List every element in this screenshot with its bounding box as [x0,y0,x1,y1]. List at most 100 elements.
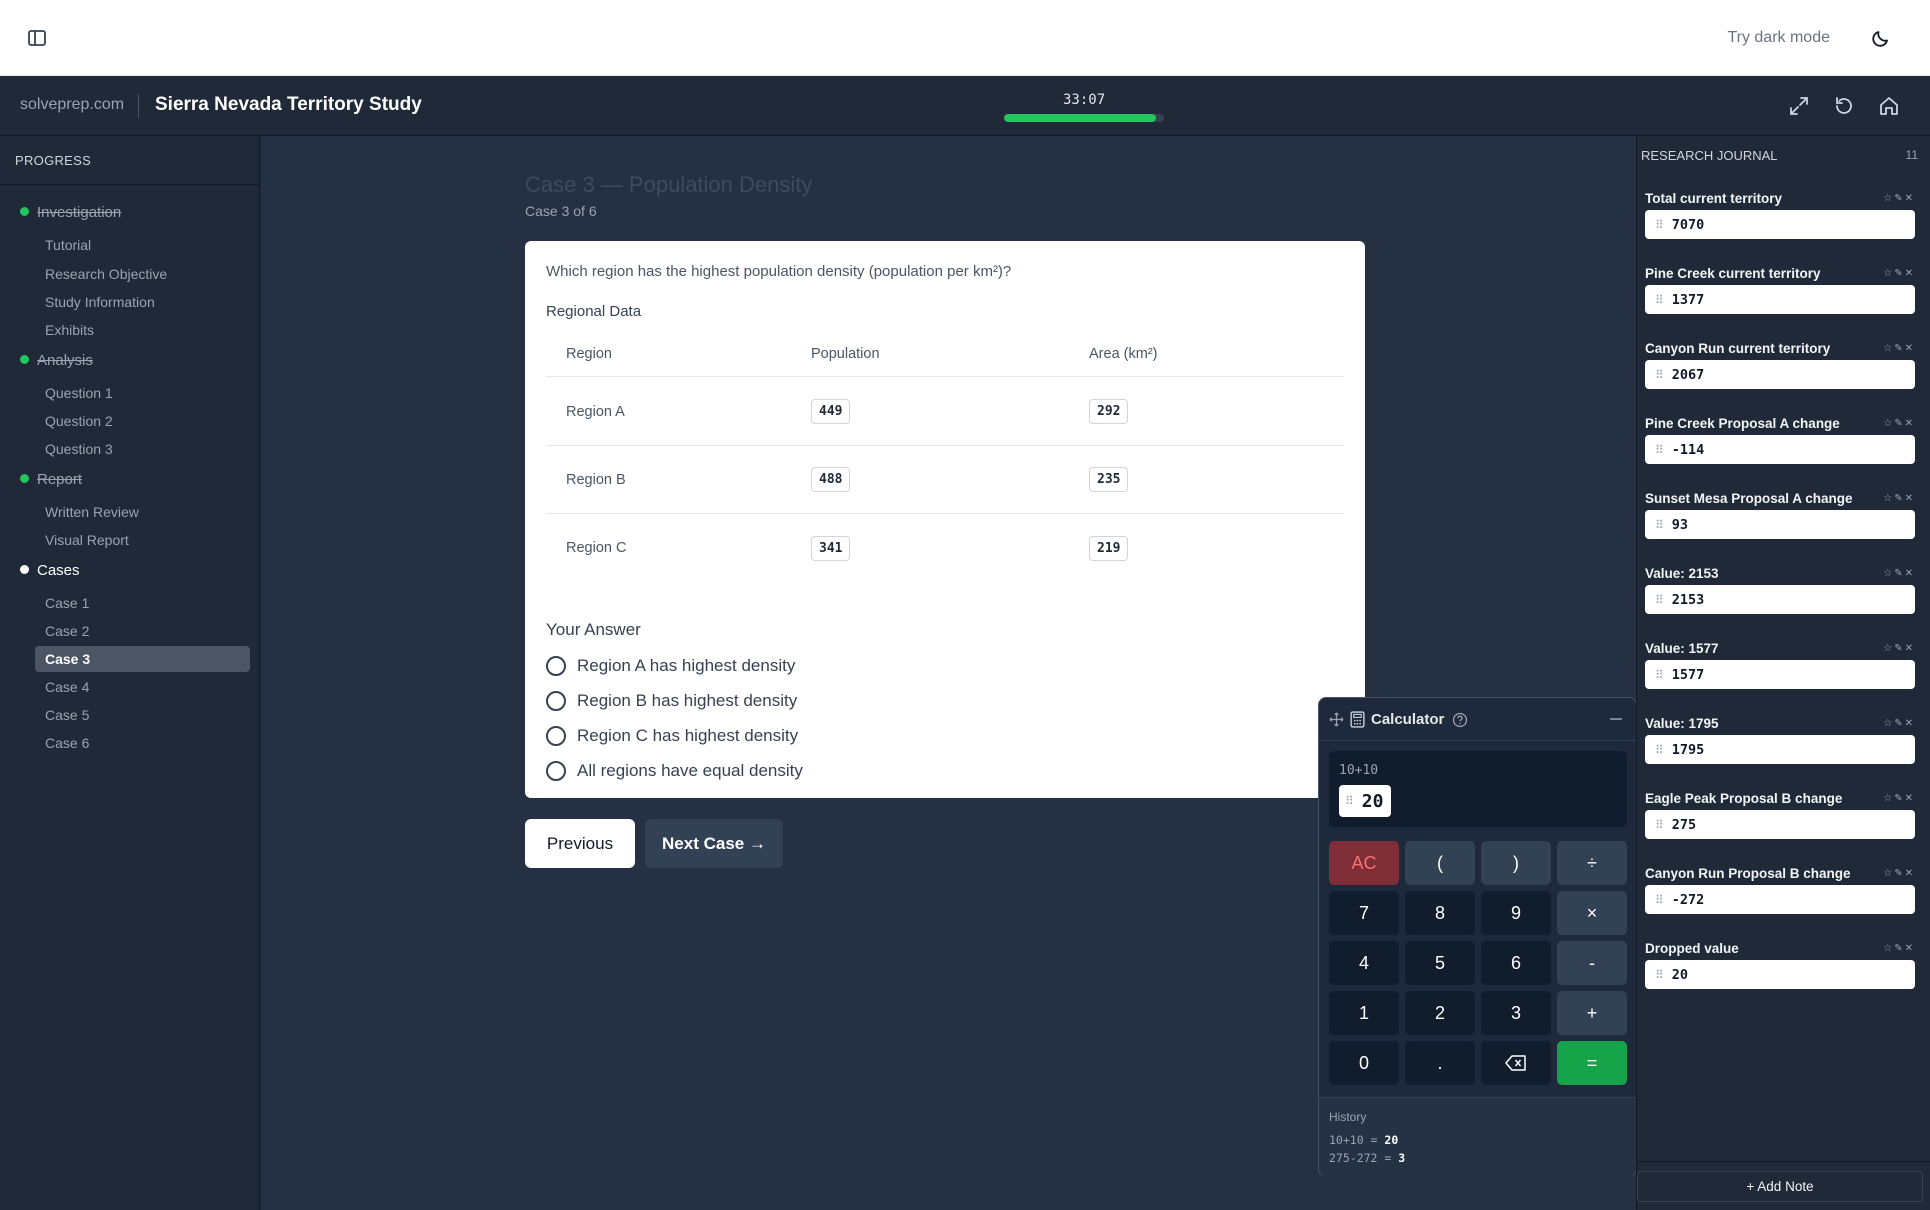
journal-entry-value[interactable]: ⠿ 20 [1645,960,1915,989]
entry-actions-icon[interactable]: ☆✎✕ [1883,268,1915,279]
minimize-icon[interactable] [1610,718,1622,720]
sidebar-item-study-information[interactable]: Study Information [35,289,250,315]
key-open-paren[interactable]: ( [1405,841,1475,885]
drag-handle-icon[interactable]: ⠿ [1655,743,1664,757]
sidebar-item-visual-report[interactable]: Visual Report [35,527,250,553]
journal-entry-value[interactable]: ⠿ 1577 [1645,660,1915,689]
area-value[interactable]: 235 [1089,467,1129,492]
moon-icon[interactable] [1870,27,1892,49]
entry-actions-icon[interactable]: ☆✎✕ [1883,943,1915,954]
journal-entry-value[interactable]: ⠿ 2067 [1645,360,1915,389]
journal-entry-value[interactable]: ⠿ -114 [1645,435,1915,464]
reset-icon[interactable] [1833,95,1855,117]
entry-actions-icon[interactable]: ☆✎✕ [1883,193,1915,204]
key-close-paren[interactable]: ) [1481,841,1551,885]
sidebar-item-question-1[interactable]: Question 1 [35,380,250,406]
add-note-button[interactable]: + Add Note [1637,1171,1923,1202]
population-value[interactable]: 449 [811,399,851,424]
key-subtract[interactable]: - [1557,941,1627,985]
drag-handle-icon[interactable]: ⠿ [1655,293,1664,307]
key-add[interactable]: + [1557,991,1627,1035]
key-decimal[interactable]: . [1405,1041,1475,1085]
entry-actions-icon[interactable]: ☆✎✕ [1883,643,1915,654]
sidebar-item-written-review[interactable]: Written Review [35,499,250,525]
area-value[interactable]: 219 [1089,535,1129,561]
key-7[interactable]: 7 [1329,891,1399,935]
sidebar-item-question-3[interactable]: Question 3 [35,436,250,462]
key-multiply[interactable]: × [1557,891,1627,935]
population-value[interactable]: 341 [811,535,851,561]
sidebar-toggle-icon[interactable] [27,28,47,48]
key-9[interactable]: 9 [1481,891,1551,935]
answer-option-a[interactable]: Region A has highest density [546,653,795,679]
sidebar-item-tutorial[interactable]: Tutorial [35,232,250,258]
journal-entry-value[interactable]: ⠿ 2153 [1645,585,1915,614]
help-icon[interactable] [1452,712,1468,728]
key-equals[interactable]: = [1557,1041,1627,1085]
key-6[interactable]: 6 [1481,941,1551,985]
history-entry[interactable]: 10+10 = 20 [1329,1133,1398,1147]
journal-entry-value[interactable]: ⠿ -272 [1645,885,1915,914]
key-0[interactable]: 0 [1329,1041,1399,1085]
sidebar-item-research-objective[interactable]: Research Objective [35,261,250,287]
key-2[interactable]: 2 [1405,991,1475,1035]
answer-option-c[interactable]: Region C has highest density [546,723,798,749]
sidebar-item-case-2[interactable]: Case 2 [35,618,250,644]
key-4[interactable]: 4 [1329,941,1399,985]
drag-handle-icon[interactable]: ⠿ [1655,518,1664,532]
drag-handle-icon[interactable]: ⠿ [1655,443,1664,457]
key-all-clear[interactable]: AC [1329,841,1399,885]
next-case-button[interactable]: Next Case → [645,819,783,868]
dark-mode-label[interactable]: Try dark mode [1727,29,1830,47]
sidebar-item-exhibits[interactable]: Exhibits [35,317,250,343]
radio-button[interactable] [546,761,566,781]
fullscreen-icon[interactable] [1788,95,1810,117]
population-value[interactable]: 488 [811,467,851,492]
calculator-result[interactable]: ⠿ 20 [1339,785,1392,817]
journal-entry-value[interactable]: ⠿ 7070 [1645,210,1915,239]
drag-handle-icon[interactable]: ⠿ [1655,593,1664,607]
sidebar-item-question-2[interactable]: Question 2 [35,408,250,434]
journal-entry-value[interactable]: ⠿ 275 [1645,810,1915,839]
radio-button[interactable] [546,656,566,676]
section-analysis[interactable]: Analysis [20,352,93,369]
entry-actions-icon[interactable]: ☆✎✕ [1883,718,1915,729]
journal-entry-value[interactable]: ⠿ 93 [1645,510,1915,539]
drag-handle-icon[interactable]: ⠿ [1655,668,1664,682]
key-8[interactable]: 8 [1405,891,1475,935]
section-cases[interactable]: Cases [20,562,80,579]
calculator-header[interactable]: Calculator [1319,698,1636,741]
area-value[interactable]: 292 [1089,399,1129,424]
radio-button[interactable] [546,691,566,711]
section-report[interactable]: Report [20,471,82,488]
move-icon[interactable] [1329,712,1344,727]
entry-actions-icon[interactable]: ☆✎✕ [1883,493,1915,504]
answer-option-equal[interactable]: All regions have equal density [546,758,803,784]
sidebar-item-case-5[interactable]: Case 5 [35,702,250,728]
entry-actions-icon[interactable]: ☆✎✕ [1883,868,1915,879]
key-divide[interactable]: ÷ [1557,841,1627,885]
sidebar-item-case-4[interactable]: Case 4 [35,674,250,700]
drag-handle-icon[interactable]: ⠿ [1655,818,1664,832]
key-backspace[interactable] [1481,1041,1551,1085]
journal-entry-value[interactable]: ⠿ 1795 [1645,735,1915,764]
answer-option-b[interactable]: Region B has highest density [546,688,797,714]
key-1[interactable]: 1 [1329,991,1399,1035]
section-investigation[interactable]: Investigation [20,204,121,221]
drag-handle-icon[interactable]: ⠿ [1655,368,1664,382]
history-entry[interactable]: 275-272 = 3 [1329,1151,1405,1165]
drag-handle-icon[interactable]: ⠿ [1655,893,1664,907]
journal-entry-value[interactable]: ⠿ 1377 [1645,285,1915,314]
drag-handle-icon[interactable]: ⠿ [1655,968,1664,982]
home-icon[interactable] [1878,95,1900,117]
drag-handle-icon[interactable]: ⠿ [1345,794,1354,808]
radio-button[interactable] [546,726,566,746]
sidebar-item-case-3[interactable]: Case 3 [35,646,250,672]
entry-actions-icon[interactable]: ☆✎✕ [1883,418,1915,429]
entry-actions-icon[interactable]: ☆✎✕ [1883,343,1915,354]
entry-actions-icon[interactable]: ☆✎✕ [1883,568,1915,579]
key-3[interactable]: 3 [1481,991,1551,1035]
entry-actions-icon[interactable]: ☆✎✕ [1883,793,1915,804]
drag-handle-icon[interactable]: ⠿ [1655,218,1664,232]
sidebar-item-case-1[interactable]: Case 1 [35,590,250,616]
